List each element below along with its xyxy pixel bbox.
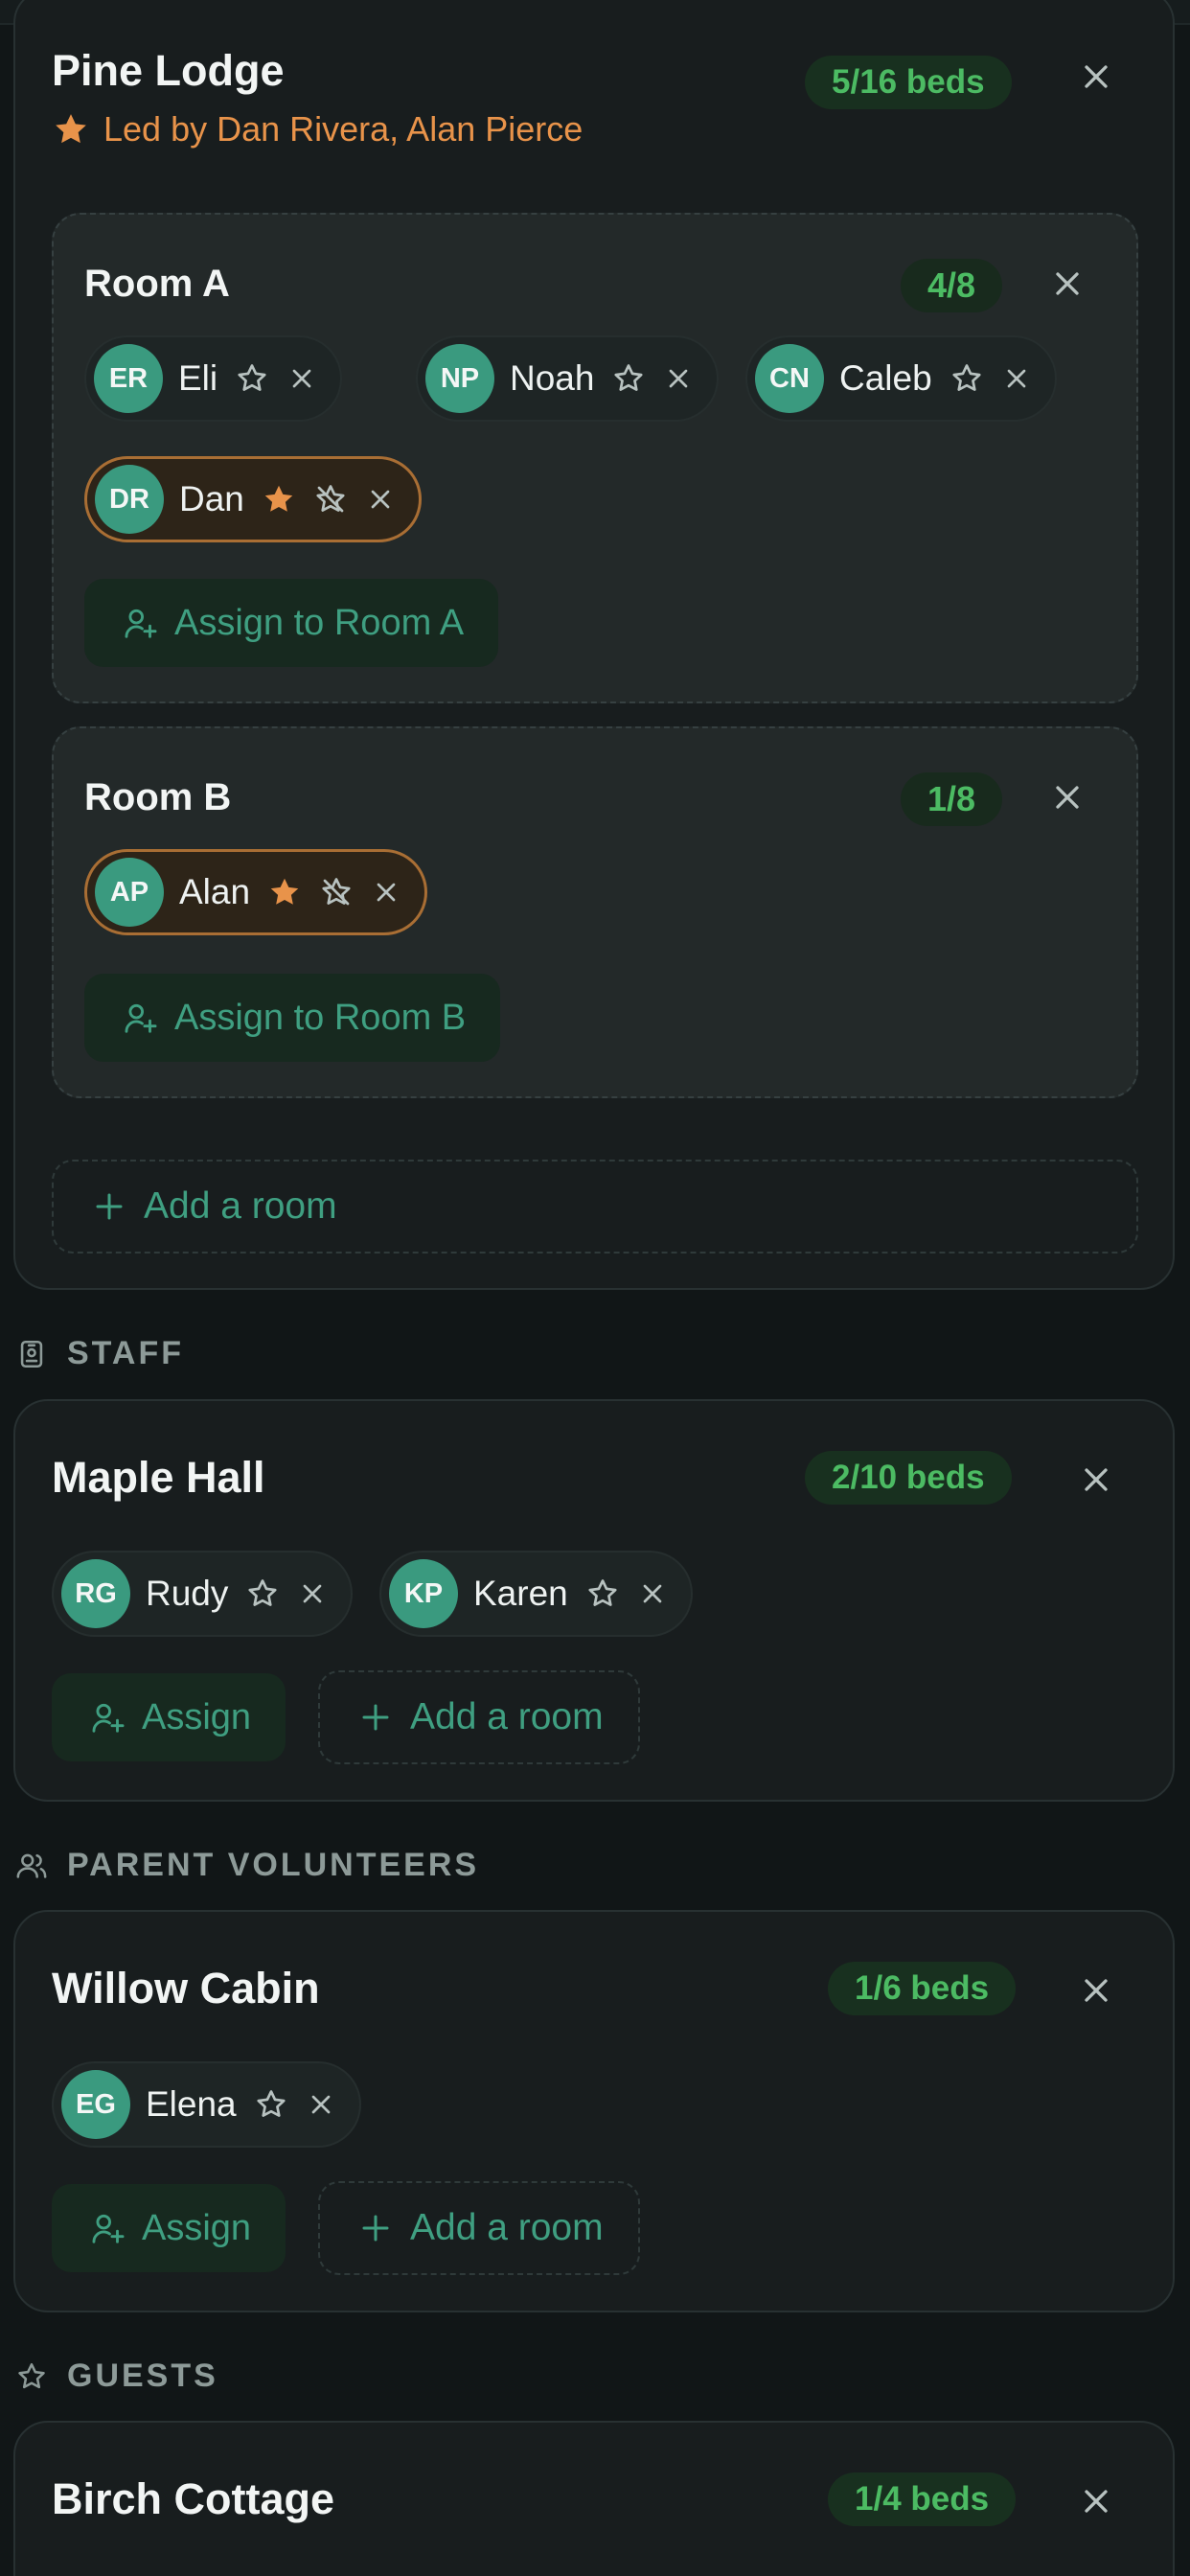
assign-label: Assign — [142, 2207, 252, 2248]
star-off-icon[interactable] — [319, 875, 354, 909]
member-chip[interactable]: KP Karen — [379, 1551, 693, 1637]
avatar: CN — [755, 344, 824, 413]
star-outline-icon[interactable] — [611, 361, 646, 396]
add-room-button[interactable]: Add a room — [318, 1670, 640, 1764]
cabin-title: Maple Hall — [52, 1453, 265, 1502]
star-filled-icon — [56, 114, 86, 144]
users-icon — [16, 1853, 47, 1878]
star-filled-icon — [264, 485, 293, 512]
cabin-title: Birch Cottage — [52, 2474, 335, 2523]
member-name: Noah — [510, 358, 595, 398]
room-count-badge: 1/8 — [900, 772, 1002, 826]
add-room-label: Add a room — [144, 1185, 337, 1227]
avatar: EG — [61, 2070, 130, 2139]
plus-icon — [362, 2215, 389, 2242]
assign-label: Assign to Room B — [174, 997, 467, 1038]
star-outline-icon[interactable] — [245, 1576, 280, 1611]
user-plus-icon — [92, 1703, 125, 1733]
badge-icon — [20, 1340, 43, 1368]
cabin-card-maple-hall: Maple Hall 2/10 beds RG Rudy KP Karen As… — [13, 1399, 1175, 1802]
star-outline-icon[interactable] — [254, 2087, 288, 2122]
beds-badge: 2/10 beds — [805, 1451, 1012, 1505]
add-room-button[interactable]: Add a room — [52, 1160, 1138, 1254]
member-name: Rudy — [146, 1574, 229, 1613]
member-chip-leader[interactable]: AP Alan — [84, 849, 428, 935]
room-count-badge: 4/8 — [900, 259, 1002, 312]
member-chip[interactable]: NP Noah — [416, 335, 720, 422]
avatar: KP — [389, 1559, 458, 1628]
close-icon[interactable] — [1077, 1460, 1115, 1499]
star-filled-icon — [270, 878, 299, 905]
star-outline-icon[interactable] — [585, 1576, 620, 1611]
room-title: Room A — [84, 263, 230, 305]
remove-icon[interactable] — [371, 877, 401, 908]
member-name: Alan — [179, 872, 251, 911]
assign-label: Assign to Room A — [174, 602, 465, 643]
star-off-icon[interactable] — [313, 482, 348, 517]
room-a: Room A 4/8 ER Eli NP Noah CN Caleb DR Da… — [52, 213, 1138, 703]
avatar: RG — [61, 1559, 130, 1628]
avatar: ER — [94, 344, 163, 413]
assign-room-a-button[interactable]: Assign to Room A — [84, 579, 499, 667]
member-name: Dan — [179, 479, 244, 518]
avatar: NP — [425, 344, 494, 413]
section-label-text: STAFF — [67, 1335, 185, 1371]
close-icon[interactable] — [1048, 264, 1087, 303]
close-icon[interactable] — [1077, 2482, 1115, 2520]
cabin-title: Pine Lodge — [52, 46, 285, 95]
remove-icon[interactable] — [365, 484, 396, 515]
section-label-text: PARENT VOLUNTEERS — [67, 1847, 480, 1883]
remove-icon[interactable] — [297, 1578, 328, 1609]
cabin-card-willow-cabin: Willow Cabin 1/6 beds EG Elena Assign Ad… — [13, 1910, 1175, 2312]
add-room-button[interactable]: Add a room — [318, 2181, 640, 2275]
cabin-title: Willow Cabin — [52, 1964, 320, 2012]
section-label-staff: STAFF — [15, 1335, 184, 1372]
member-name: Karen — [473, 1574, 568, 1613]
member-chip[interactable]: ER Eli — [84, 335, 343, 422]
section-label-text: GUESTS — [67, 2358, 218, 2394]
plus-icon — [96, 1193, 123, 1220]
remove-icon[interactable] — [663, 363, 694, 394]
remove-icon[interactable] — [1001, 363, 1032, 394]
room-title: Room B — [84, 776, 232, 818]
star-outline-icon[interactable] — [235, 361, 269, 396]
section-label-parent-volunteers: PARENT VOLUNTEERS — [15, 1847, 479, 1884]
add-room-label: Add a room — [410, 2207, 604, 2248]
member-chip-leader[interactable]: DR Dan — [84, 456, 422, 542]
room-b: Room B 1/8 AP Alan Assign to Room B — [52, 726, 1138, 1098]
member-chip[interactable]: EG Elena — [52, 2061, 361, 2148]
cabin-card-birch-cottage: Birch Cottage 1/4 beds — [13, 2421, 1175, 2576]
member-name: Elena — [146, 2084, 237, 2124]
close-icon[interactable] — [1048, 778, 1087, 816]
leaders-line: Led by Dan Rivera, Alan Pierce — [52, 109, 583, 150]
close-icon[interactable] — [1077, 1971, 1115, 2010]
member-chip[interactable]: CN Caleb — [745, 335, 1057, 422]
assign-button[interactable]: Assign — [52, 1673, 286, 1761]
assign-button[interactable]: Assign — [52, 2184, 286, 2272]
assign-room-b-button[interactable]: Assign to Room B — [84, 974, 501, 1062]
member-chip[interactable]: RG Rudy — [52, 1551, 354, 1637]
beds-badge: 1/4 beds — [828, 2472, 1017, 2526]
close-icon[interactable] — [1077, 58, 1115, 96]
star-outline-icon — [18, 2362, 45, 2388]
add-room-label: Add a room — [410, 1696, 604, 1737]
member-name: Caleb — [839, 358, 932, 398]
avatar: AP — [95, 858, 164, 927]
member-name: Eli — [178, 358, 218, 398]
leaders-text: Led by Dan Rivera, Alan Pierce — [103, 109, 584, 149]
cabin-card-pine-lodge: Pine Lodge 5/16 beds Led by Dan Rivera, … — [13, 0, 1175, 1290]
star-outline-icon[interactable] — [950, 361, 984, 396]
plus-icon — [362, 1704, 389, 1731]
beds-badge: 1/6 beds — [828, 1962, 1017, 2015]
section-label-guests: GUESTS — [15, 2358, 218, 2395]
beds-badge: 5/16 beds — [805, 56, 1012, 109]
assign-label: Assign — [142, 1696, 252, 1737]
remove-icon[interactable] — [637, 1578, 668, 1609]
remove-icon[interactable] — [306, 2089, 336, 2120]
avatar: DR — [95, 465, 164, 534]
remove-icon[interactable] — [286, 363, 317, 394]
user-plus-icon — [92, 2214, 125, 2243]
user-plus-icon — [125, 609, 157, 638]
user-plus-icon — [125, 1003, 157, 1033]
